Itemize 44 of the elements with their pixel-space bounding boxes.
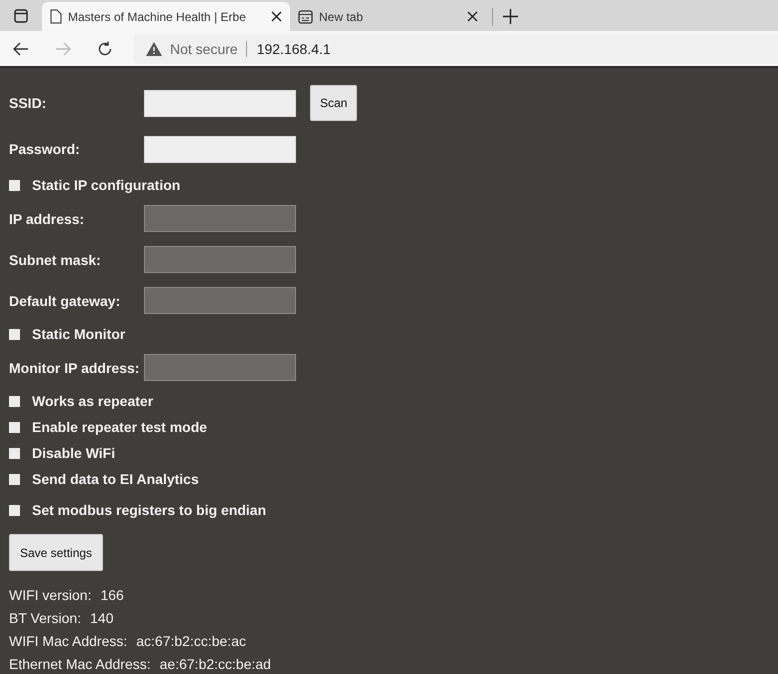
info-label: WIFI version: [9, 586, 92, 602]
new-tab-icon[interactable] [503, 9, 518, 24]
browser-tab[interactable]: Masters of Machine Health | Erbe [42, 2, 290, 31]
checkbox[interactable] [9, 448, 20, 458]
refresh-icon[interactable] [97, 40, 113, 56]
close-icon[interactable] [271, 11, 282, 22]
warning-icon[interactable] [146, 42, 162, 56]
scan-button[interactable]: Scan [310, 85, 358, 121]
checkbox-label: Static IP configuration [32, 177, 180, 193]
checkbox[interactable] [9, 328, 20, 340]
info-label: Ethernet Mac Address: [9, 656, 151, 672]
info-label: WIFI Mac Address: [9, 632, 128, 648]
checkbox-label: Set modbus registers to big endian [32, 502, 266, 518]
checkbox-label: Send data to EI Analytics [32, 471, 199, 487]
close-icon[interactable] [467, 11, 478, 22]
field-label: Default gateway: [9, 292, 122, 308]
page-icon [50, 9, 62, 24]
save-settings-button[interactable]: Save settings [9, 534, 104, 571]
security-label[interactable]: Not secure [170, 40, 238, 56]
checkbox-label: Static Monitor [32, 326, 126, 342]
checkbox[interactable] [9, 474, 20, 484]
info-value: 166 [100, 586, 124, 602]
back-icon[interactable] [13, 42, 29, 56]
field-label: Password: [9, 141, 81, 157]
checkbox-label: Disable WiFi [32, 445, 116, 461]
url-text: 192.168.4.1 [246, 40, 331, 56]
window-icon [298, 10, 313, 24]
field-label: Subnet mask: [9, 252, 102, 268]
tab-actions-icon[interactable] [14, 8, 28, 22]
checkbox-label: Works as repeater [32, 393, 154, 409]
field-label: IP address: [9, 210, 86, 226]
info-value: 140 [90, 610, 114, 626]
address-bar[interactable]: Not secure 192.168.4.1 [134, 34, 778, 64]
field-label: SSID: [9, 95, 48, 111]
checkbox[interactable] [9, 504, 20, 516]
info-value: ae:67:b2:cc:be:ad [160, 656, 271, 672]
browser-tab[interactable]: New tab [290, 2, 486, 31]
field-label: Monitor IP address: [9, 360, 140, 376]
checkbox-label: Enable repeater test mode [32, 419, 208, 435]
checkbox[interactable] [9, 422, 20, 432]
checkbox[interactable] [9, 396, 20, 406]
info-value: ac:67:b2:cc:be:ac [136, 632, 246, 648]
checkbox[interactable] [9, 180, 20, 190]
info-label: BT Version: [9, 610, 82, 626]
